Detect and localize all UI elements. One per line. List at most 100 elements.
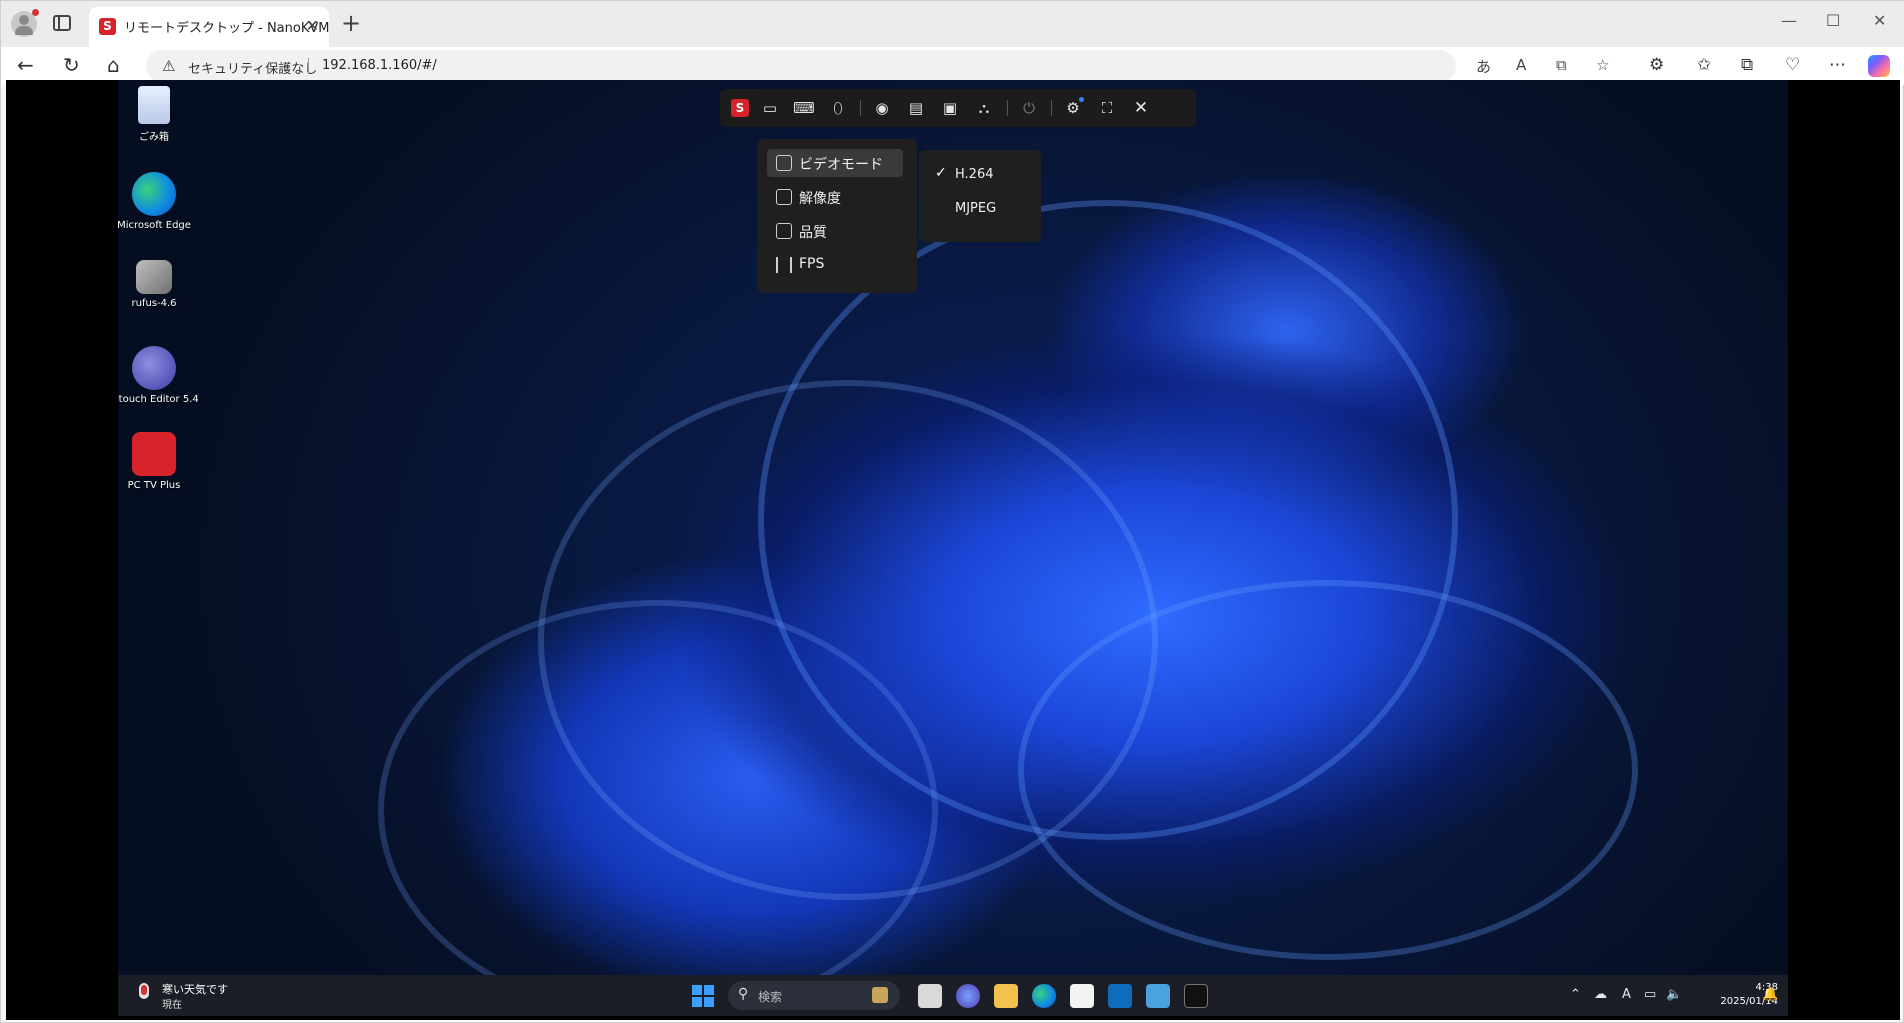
tab-title: リモートデスクトップ - NanoKVM bbox=[124, 21, 330, 36]
browser-window: S リモートデスクトップ - NanoKVM ✕ + — ☐ ✕ ← ↻ ⌂ ⚠… bbox=[0, 0, 1904, 1023]
nanokvm-favicon-icon: S bbox=[99, 18, 116, 35]
url-text[interactable]: 192.168.1.160/#/ bbox=[322, 58, 437, 73]
minimize-icon[interactable]: — bbox=[1781, 11, 1797, 30]
terminal-taskbar-icon[interactable] bbox=[1184, 984, 1208, 1008]
power-icon[interactable]: ⏻ bbox=[1018, 97, 1040, 119]
photos-icon[interactable] bbox=[1146, 984, 1170, 1008]
remote-taskbar: 寒い天気です 現在 ⚲ 検索 ⌃ ☁ A ▭ 🔈 4:38 2025/01/14… bbox=[118, 975, 1788, 1016]
maximize-icon[interactable]: ☐ bbox=[1826, 11, 1840, 30]
ime-indicator[interactable]: A bbox=[1622, 987, 1631, 1002]
ptouch-icon bbox=[132, 346, 176, 390]
video-mode-submenu: ✓ H.264 MJPEG bbox=[919, 150, 1041, 242]
file-explorer-icon[interactable] bbox=[994, 984, 1018, 1008]
volume-icon[interactable]: 🔈 bbox=[1666, 987, 1682, 1002]
menu-item-quality[interactable]: 品質 bbox=[767, 217, 903, 245]
paste-text-icon[interactable]: ▤ bbox=[905, 97, 927, 119]
toolbar-divider bbox=[1007, 100, 1008, 116]
toolbar-divider bbox=[1051, 100, 1052, 116]
copilot-icon[interactable] bbox=[1868, 55, 1890, 77]
weather-thermometer-icon[interactable] bbox=[134, 983, 152, 1005]
fullscreen-icon[interactable]: ⛶ bbox=[1096, 97, 1118, 119]
refresh-icon[interactable]: ↻ bbox=[63, 53, 80, 77]
translate-icon[interactable]: あ bbox=[1476, 56, 1491, 77]
submenu-item-mjpeg[interactable]: MJPEG bbox=[927, 194, 1033, 224]
start-tile bbox=[704, 997, 714, 1007]
read-aloud-icon[interactable]: A bbox=[1516, 56, 1526, 74]
rufus-icon bbox=[136, 260, 172, 294]
favorites-icon[interactable]: ✩ bbox=[1697, 55, 1711, 75]
keyboard-icon[interactable]: ⌨ bbox=[793, 97, 815, 119]
new-tab-icon[interactable]: + bbox=[341, 9, 361, 37]
windows-start-icon[interactable] bbox=[692, 985, 714, 1007]
quality-icon bbox=[776, 223, 792, 239]
network-icon[interactable]: ⛬ bbox=[973, 97, 995, 119]
edge-icon bbox=[132, 172, 176, 216]
network-tray-icon[interactable]: ▭ bbox=[1644, 987, 1656, 1002]
desktop-icon-label: ごみ箱 bbox=[139, 132, 169, 143]
task-view-icon[interactable] bbox=[918, 984, 942, 1008]
favorite-star-icon[interactable]: ☆ bbox=[1596, 56, 1609, 74]
submenu-item-label: H.264 bbox=[955, 167, 994, 182]
close-toolbar-icon[interactable]: ✕ bbox=[1130, 97, 1152, 119]
warning-icon[interactable]: ⚠ bbox=[162, 57, 175, 75]
submenu-item-h264[interactable]: ✓ H.264 bbox=[927, 160, 1033, 190]
back-icon[interactable]: ← bbox=[17, 53, 34, 77]
outlook-icon[interactable] bbox=[1108, 984, 1132, 1008]
desktop-icon-recycle-bin[interactable]: ごみ箱 bbox=[118, 86, 202, 143]
notification-bell-icon[interactable]: 🔔 bbox=[1762, 987, 1778, 1002]
tab-strip: S リモートデスクトップ - NanoKVM ✕ + — ☐ ✕ bbox=[1, 1, 1904, 47]
desktop-icon-edge[interactable]: Microsoft Edge bbox=[118, 172, 202, 231]
profile-avatar-icon[interactable] bbox=[11, 9, 39, 37]
terminal-icon[interactable]: ▣ bbox=[939, 97, 961, 119]
desktop-icon-rufus[interactable]: rufus-4.6 bbox=[118, 260, 202, 309]
kvm-toolbar: S ▭ ⌨ ⬯ ◉ ▤ ▣ ⛬ ⏻ ⚙ ⛶ ✕ bbox=[720, 89, 1196, 127]
desktop-icon-label: Microsoft Edge bbox=[118, 220, 191, 231]
window-close-icon[interactable]: ✕ bbox=[1873, 11, 1886, 30]
weather-text[interactable]: 寒い天気です bbox=[162, 981, 228, 997]
collections-icon[interactable]: ⧉ bbox=[1741, 55, 1753, 75]
search-icon: ⚲ bbox=[738, 986, 749, 1002]
more-options-icon[interactable]: ⋯ bbox=[1829, 55, 1846, 75]
copilot-taskbar-icon[interactable] bbox=[956, 984, 980, 1008]
browser-essentials-icon[interactable]: ♡ bbox=[1785, 55, 1800, 75]
settings-gear-icon[interactable]: ⚙ bbox=[1062, 97, 1084, 119]
recycle-bin-icon bbox=[138, 86, 170, 124]
store-icon[interactable] bbox=[1070, 984, 1094, 1008]
app-available-icon[interactable]: ⧉ bbox=[1556, 56, 1567, 74]
weather-subtext[interactable]: 現在 bbox=[162, 996, 182, 1011]
menu-item-label: FPS bbox=[799, 256, 825, 272]
menu-item-video-mode[interactable]: ビデオモード bbox=[767, 149, 903, 177]
security-label[interactable]: セキュリティ保護なし bbox=[188, 58, 317, 77]
virtual-media-icon[interactable]: ◉ bbox=[871, 97, 893, 119]
mouse-icon[interactable]: ⬯ bbox=[827, 97, 849, 119]
menu-item-label: 品質 bbox=[799, 225, 827, 241]
screen-menu: ビデオモード 解像度 品質 FPS bbox=[757, 139, 917, 293]
tab-actions-icon[interactable] bbox=[53, 15, 71, 31]
start-tile bbox=[704, 985, 714, 995]
edge-taskbar-icon[interactable] bbox=[1032, 984, 1056, 1008]
tab-close-icon[interactable]: ✕ bbox=[306, 16, 319, 35]
start-tile bbox=[692, 997, 702, 1007]
home-icon[interactable]: ⌂ bbox=[107, 53, 120, 77]
bloom-petal bbox=[1018, 580, 1638, 960]
menu-item-fps[interactable]: FPS bbox=[767, 251, 903, 279]
menu-item-label: ビデオモード bbox=[799, 157, 883, 173]
search-highlight-icon bbox=[872, 987, 888, 1003]
tray-chevron-icon[interactable]: ⌃ bbox=[1570, 987, 1581, 1002]
desktop-icon-ptouch[interactable]: P-touch Editor 5.4 bbox=[118, 346, 202, 405]
desktop-icon-pctv[interactable]: PC TV Plus bbox=[118, 432, 202, 491]
menu-item-resolution[interactable]: 解像度 bbox=[767, 183, 903, 211]
update-dot bbox=[1079, 97, 1084, 102]
taskbar-search[interactable]: ⚲ 検索 bbox=[728, 981, 900, 1010]
submenu-item-label: MJPEG bbox=[955, 201, 997, 216]
nanokvm-logo-icon[interactable]: S bbox=[731, 99, 749, 117]
pctv-icon bbox=[132, 432, 176, 476]
desktop-icon-label: PC TV Plus bbox=[127, 480, 181, 491]
tab-nanokvm[interactable]: S リモートデスクトップ - NanoKVM ✕ bbox=[89, 7, 329, 47]
remote-desktop-view[interactable]: ごみ箱 Microsoft Edge rufus-4.6 P-touch Edi… bbox=[6, 80, 1900, 1020]
screen-icon[interactable]: ▭ bbox=[759, 97, 781, 119]
extensions-icon[interactable]: ⚙ bbox=[1649, 55, 1664, 75]
address-bar[interactable]: ⚠ セキュリティ保護なし 192.168.1.160/#/ あ A ⧉ ☆ bbox=[146, 50, 1609, 82]
checkmark-icon: ✓ bbox=[935, 165, 947, 181]
onedrive-icon[interactable]: ☁ bbox=[1594, 987, 1607, 1002]
